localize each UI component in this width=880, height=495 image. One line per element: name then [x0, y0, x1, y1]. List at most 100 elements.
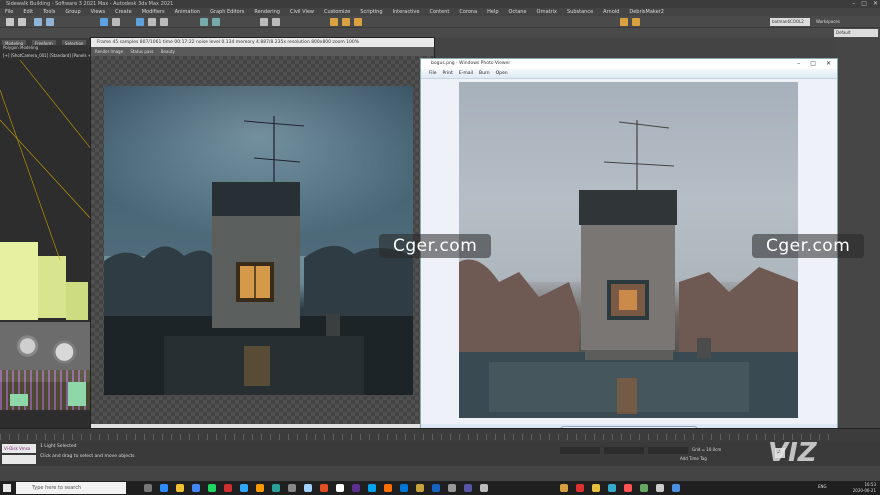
- 3dsmax-icon[interactable]: [560, 484, 568, 492]
- menu-scripting[interactable]: Scripting: [355, 8, 387, 16]
- workspace-select[interactable]: Default: [834, 29, 878, 37]
- menu-corona[interactable]: Corona: [454, 8, 482, 16]
- render-active-icon[interactable]: [632, 18, 640, 26]
- app-icon[interactable]: [640, 484, 648, 492]
- undo-icon[interactable]: [6, 18, 14, 26]
- pv-menu-burn[interactable]: Burn: [479, 69, 490, 78]
- 3d-viewport[interactable]: [0, 60, 92, 428]
- menu-group[interactable]: Group: [60, 8, 85, 16]
- close-icon[interactable]: ✕: [826, 59, 831, 69]
- menu-tools[interactable]: Tools: [38, 8, 60, 16]
- menu-interactive[interactable]: Interactive: [388, 8, 425, 16]
- app-icon[interactable]: [592, 484, 600, 492]
- menu-civil-view[interactable]: Civil View: [285, 8, 319, 16]
- pv-menu-file[interactable]: File: [429, 69, 437, 78]
- menu-customize[interactable]: Customize: [319, 8, 355, 16]
- rotate-icon[interactable]: [148, 18, 156, 26]
- explorer-icon[interactable]: [176, 484, 184, 492]
- taskbar-clock[interactable]: 16:53 2020-06-21: [836, 482, 876, 494]
- menu-arnold[interactable]: Arnold: [598, 8, 624, 16]
- app-icon[interactable]: [464, 484, 472, 492]
- minimize-icon[interactable]: –: [852, 0, 855, 8]
- maxscript-input[interactable]: [2, 455, 36, 464]
- render-frame-icon[interactable]: [620, 18, 628, 26]
- app-icon[interactable]: [224, 484, 232, 492]
- snap-icon[interactable]: [200, 18, 208, 26]
- link-icon[interactable]: [34, 18, 42, 26]
- app-icon[interactable]: [272, 484, 280, 492]
- pv-menu-open[interactable]: Open: [496, 69, 508, 78]
- select-icon[interactable]: [100, 18, 108, 26]
- viewport-label[interactable]: [+] [ShotCamera_001] [Standard] [Panels …: [0, 51, 92, 60]
- move-icon[interactable]: [136, 18, 144, 26]
- select-by-name-icon[interactable]: [112, 18, 120, 26]
- app-icon[interactable]: [288, 484, 296, 492]
- app-icon[interactable]: [416, 484, 424, 492]
- app-icon[interactable]: [352, 484, 360, 492]
- menu-graph-editors[interactable]: Graph Editors: [205, 8, 249, 16]
- illustrator-icon[interactable]: [256, 484, 264, 492]
- app-icon[interactable]: [368, 484, 376, 492]
- chrome-icon[interactable]: [192, 484, 200, 492]
- close-icon[interactable]: ✕: [873, 0, 878, 8]
- menu-help[interactable]: Help: [482, 8, 503, 16]
- app-icon[interactable]: [576, 484, 584, 492]
- pv-menu-email[interactable]: E-mail: [459, 69, 473, 78]
- render-icon[interactable]: [354, 18, 362, 26]
- spotify-icon[interactable]: [208, 484, 216, 492]
- fb-tool-beauty[interactable]: Beauty: [161, 49, 175, 54]
- app-icon[interactable]: [400, 484, 408, 492]
- x-coordinate-field[interactable]: [560, 447, 600, 454]
- mirror-icon[interactable]: [260, 18, 268, 26]
- menu-rendering[interactable]: Rendering: [249, 8, 285, 16]
- z-coordinate-field[interactable]: [648, 447, 688, 454]
- app-icon[interactable]: [480, 484, 488, 492]
- maxscript-listener[interactable]: Vi-Disk Vmsa: [2, 444, 36, 453]
- task-view-icon[interactable]: [144, 484, 152, 492]
- app-icon[interactable]: [320, 484, 328, 492]
- render-setup-icon[interactable]: [342, 18, 350, 26]
- menu-animation[interactable]: Animation: [170, 8, 206, 16]
- language-indicator[interactable]: ENG: [818, 484, 827, 489]
- menu-substance[interactable]: Substance: [562, 8, 598, 16]
- app-icon[interactable]: [608, 484, 616, 492]
- menu-content[interactable]: Content: [424, 8, 454, 16]
- menu-modifiers[interactable]: Modifiers: [137, 8, 170, 16]
- align-icon[interactable]: [272, 18, 280, 26]
- taskbar-search[interactable]: Type here to search: [16, 482, 126, 494]
- app-icon[interactable]: [624, 484, 632, 492]
- app-icon[interactable]: [672, 484, 680, 492]
- user-account[interactable]: batman6COOL2: [770, 18, 810, 26]
- command-panel[interactable]: [836, 38, 880, 428]
- menu-octane[interactable]: Octane: [504, 8, 532, 16]
- app-icon[interactable]: [448, 484, 456, 492]
- y-coordinate-field[interactable]: [604, 447, 644, 454]
- redo-icon[interactable]: [18, 18, 26, 26]
- app-icon[interactable]: [336, 484, 344, 492]
- menu-file[interactable]: File: [0, 8, 18, 16]
- app-icon[interactable]: [432, 484, 440, 492]
- timeline[interactable]: [0, 428, 880, 442]
- scale-icon[interactable]: [160, 18, 168, 26]
- photoshop-icon[interactable]: [240, 484, 248, 492]
- app-icon[interactable]: [304, 484, 312, 492]
- material-editor-icon[interactable]: [330, 18, 338, 26]
- unlink-icon[interactable]: [46, 18, 54, 26]
- maximize-icon[interactable]: □: [810, 59, 816, 69]
- menu-ornatrix[interactable]: Ornatrix: [532, 8, 563, 16]
- add-time-tag[interactable]: Add Time Tag: [680, 456, 707, 461]
- menu-views[interactable]: Views: [86, 8, 110, 16]
- menu-create[interactable]: Create: [110, 8, 137, 16]
- app-icon[interactable]: [384, 484, 392, 492]
- start-icon[interactable]: [3, 484, 11, 492]
- fb-tool-status[interactable]: Status pass: [130, 49, 153, 54]
- edge-icon[interactable]: [160, 484, 168, 492]
- menu-debrismaker[interactable]: DebrisMaker2: [624, 8, 669, 16]
- minimize-icon[interactable]: –: [797, 59, 800, 69]
- fb-tool-render-image[interactable]: Render Image: [95, 49, 123, 54]
- maximize-icon[interactable]: □: [861, 0, 867, 8]
- app-icon[interactable]: [656, 484, 664, 492]
- angle-snap-icon[interactable]: [212, 18, 220, 26]
- pv-menu-print[interactable]: Print: [443, 69, 453, 78]
- menu-edit[interactable]: Edit: [18, 8, 38, 16]
